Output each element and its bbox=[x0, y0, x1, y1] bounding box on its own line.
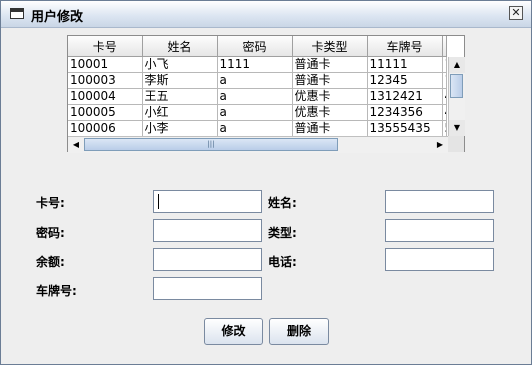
cell[interactable]: 100006 bbox=[68, 120, 143, 137]
cell[interactable]: 优惠卡 bbox=[292, 88, 368, 105]
cell[interactable]: 12345 bbox=[367, 72, 443, 89]
cell[interactable]: 4 bbox=[442, 88, 447, 105]
vertical-scrollbar[interactable]: ▲ ▼ bbox=[448, 57, 465, 136]
name-input[interactable] bbox=[385, 190, 494, 213]
cell[interactable]: 普通卡 bbox=[292, 72, 368, 89]
horizontal-scroll-thumb[interactable]: ||| bbox=[84, 138, 338, 151]
type-label: 类型: bbox=[268, 226, 297, 240]
password-input[interactable] bbox=[153, 219, 262, 242]
cell[interactable]: 小李 bbox=[142, 120, 218, 137]
cell[interactable]: 13555435 bbox=[367, 120, 443, 137]
cell[interactable]: 小飞 bbox=[142, 56, 218, 73]
user-table: 卡号 姓名 密码 卡类型 车牌号 10001 小飞 1111 普通卡 11111… bbox=[67, 35, 465, 153]
window-title: 用户修改 bbox=[31, 10, 84, 25]
cell[interactable]: 1312421 bbox=[367, 88, 443, 105]
plate-label: 车牌号: bbox=[36, 284, 77, 298]
cell[interactable]: 李斯 bbox=[142, 72, 218, 89]
arrow-right-icon[interactable]: ▶ bbox=[432, 137, 448, 153]
balance-label: 余额: bbox=[36, 255, 65, 269]
cell[interactable]: 5 bbox=[442, 120, 447, 137]
password-label: 密码: bbox=[36, 226, 65, 240]
cell[interactable]: 1 bbox=[442, 56, 447, 73]
cell[interactable]: 10001 bbox=[68, 56, 143, 73]
column-header-card-type[interactable]: 卡类型 bbox=[292, 36, 368, 57]
type-input[interactable] bbox=[385, 219, 494, 242]
title-bar[interactable]: 用户修改 ✕ bbox=[1, 1, 531, 28]
column-header-card[interactable]: 卡号 bbox=[68, 36, 143, 57]
cell[interactable]: 4 bbox=[442, 104, 447, 121]
column-header-name[interactable]: 姓名 bbox=[142, 36, 218, 57]
table-row[interactable]: 100004 王五 a 优惠卡 1312421 4 bbox=[68, 88, 447, 105]
cell[interactable]: 1111 bbox=[217, 56, 293, 73]
table-row[interactable]: 100005 小红 a 优惠卡 1234356 4 bbox=[68, 104, 447, 121]
modify-button[interactable]: 修改 bbox=[204, 318, 263, 345]
plate-input[interactable] bbox=[153, 277, 262, 300]
user-grid: 卡号 姓名 密码 卡类型 车牌号 10001 小飞 1111 普通卡 11111… bbox=[68, 36, 447, 137]
column-header-overflow[interactable] bbox=[442, 36, 447, 57]
cell[interactable]: a bbox=[217, 104, 293, 121]
close-icon: ✕ bbox=[511, 6, 521, 19]
balance-input[interactable] bbox=[153, 248, 262, 271]
cell[interactable]: a bbox=[217, 88, 293, 105]
card-input[interactable] bbox=[153, 190, 262, 213]
cell[interactable]: a bbox=[217, 72, 293, 89]
cell[interactable]: 100003 bbox=[68, 72, 143, 89]
name-label: 姓名: bbox=[268, 196, 297, 210]
window-icon bbox=[10, 8, 24, 19]
cell[interactable]: 小红 bbox=[142, 104, 218, 121]
close-button[interactable]: ✕ bbox=[509, 6, 523, 20]
column-header-password[interactable]: 密码 bbox=[217, 36, 293, 57]
delete-button[interactable]: 删除 bbox=[269, 318, 329, 345]
column-header-plate[interactable]: 车牌号 bbox=[367, 36, 443, 57]
cell[interactable]: 普通卡 bbox=[292, 56, 368, 73]
cell[interactable]: 普通卡 bbox=[292, 120, 368, 137]
scroll-corner bbox=[448, 136, 464, 152]
cell[interactable]: 王五 bbox=[142, 88, 218, 105]
arrow-up-icon[interactable]: ▲ bbox=[449, 57, 465, 73]
cell[interactable]: a bbox=[217, 120, 293, 137]
horizontal-scrollbar[interactable]: ◀ ||| ▶ bbox=[68, 136, 448, 153]
card-label: 卡号: bbox=[36, 196, 65, 210]
cell[interactable]: 优惠卡 bbox=[292, 104, 368, 121]
cell[interactable]: 1 bbox=[442, 72, 447, 89]
text-caret bbox=[158, 194, 159, 209]
table-row[interactable]: 10001 小飞 1111 普通卡 11111 1 bbox=[68, 56, 447, 73]
table-row[interactable]: 100006 小李 a 普通卡 13555435 5 bbox=[68, 120, 447, 137]
table-header: 卡号 姓名 密码 卡类型 车牌号 bbox=[68, 36, 447, 57]
table-row[interactable]: 100003 李斯 a 普通卡 12345 1 bbox=[68, 72, 447, 89]
cell[interactable]: 11111 bbox=[367, 56, 443, 73]
arrow-left-icon[interactable]: ◀ bbox=[68, 137, 84, 153]
arrow-down-icon[interactable]: ▼ bbox=[449, 120, 465, 136]
user-modify-window: 用户修改 ✕ 卡号 姓名 密码 卡类型 车牌号 10001 小飞 1111 普通… bbox=[0, 0, 532, 365]
phone-input[interactable] bbox=[385, 248, 494, 271]
vertical-scroll-thumb[interactable] bbox=[450, 74, 463, 98]
cell[interactable]: 1234356 bbox=[367, 104, 443, 121]
phone-label: 电话: bbox=[268, 255, 297, 269]
cell[interactable]: 100004 bbox=[68, 88, 143, 105]
cell[interactable]: 100005 bbox=[68, 104, 143, 121]
